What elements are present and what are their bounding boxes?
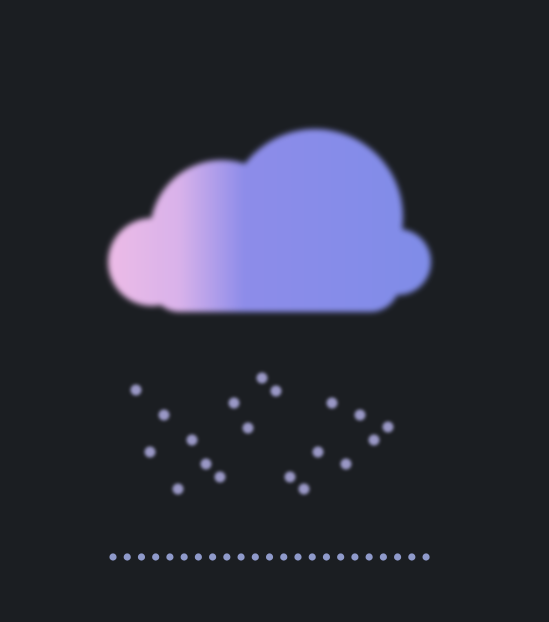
ground-dot	[351, 553, 359, 561]
ground-dot	[109, 553, 117, 561]
ground-dot	[137, 553, 146, 561]
snowflake-dot	[354, 409, 366, 421]
snowflake-dot	[200, 458, 212, 470]
snowflake-dot	[284, 471, 296, 483]
snowflake-dot	[228, 397, 240, 409]
snowflake-dot	[382, 421, 394, 433]
ground-dot	[194, 553, 202, 561]
snowflake-dot	[158, 409, 170, 421]
snowflake-dot	[326, 397, 338, 409]
snowflake-dot	[270, 385, 282, 397]
snowflake-dot	[312, 446, 324, 458]
ground-dot	[251, 553, 259, 561]
ground-dot	[394, 553, 402, 561]
ground-dot	[180, 553, 188, 561]
snowflake-dot	[340, 458, 352, 470]
ground-dot	[223, 553, 231, 561]
ground-dot	[294, 553, 302, 561]
snowflake-dot	[130, 384, 142, 396]
ground-dot	[379, 553, 387, 561]
ground-dot	[322, 553, 331, 561]
ground-dot	[152, 553, 160, 561]
ground-dot	[280, 553, 288, 561]
ground-dot	[265, 553, 274, 561]
snowflake-dot	[144, 446, 156, 458]
snowflake-dot	[256, 372, 268, 384]
snowflake-dot	[186, 434, 198, 446]
snowflake-dot	[368, 434, 380, 446]
ground-dotted-line	[109, 553, 430, 561]
ground-dot	[308, 553, 316, 561]
ground-dot	[422, 553, 430, 561]
snowflake-dot	[172, 483, 184, 495]
ground-dot	[237, 553, 245, 561]
ground-dot	[209, 553, 217, 561]
snow-cloud-illustration	[108, 129, 431, 561]
ground-dot	[337, 553, 345, 561]
ground-dot	[408, 553, 416, 561]
snowflakes	[130, 372, 394, 495]
ground-dot	[123, 553, 131, 561]
ground-dot	[365, 553, 373, 561]
snowflake-dot	[214, 471, 226, 483]
snowflake-dot	[298, 483, 310, 495]
cloud-icon	[108, 129, 431, 312]
ground-dot	[166, 553, 174, 561]
snowflake-dot	[242, 422, 254, 434]
